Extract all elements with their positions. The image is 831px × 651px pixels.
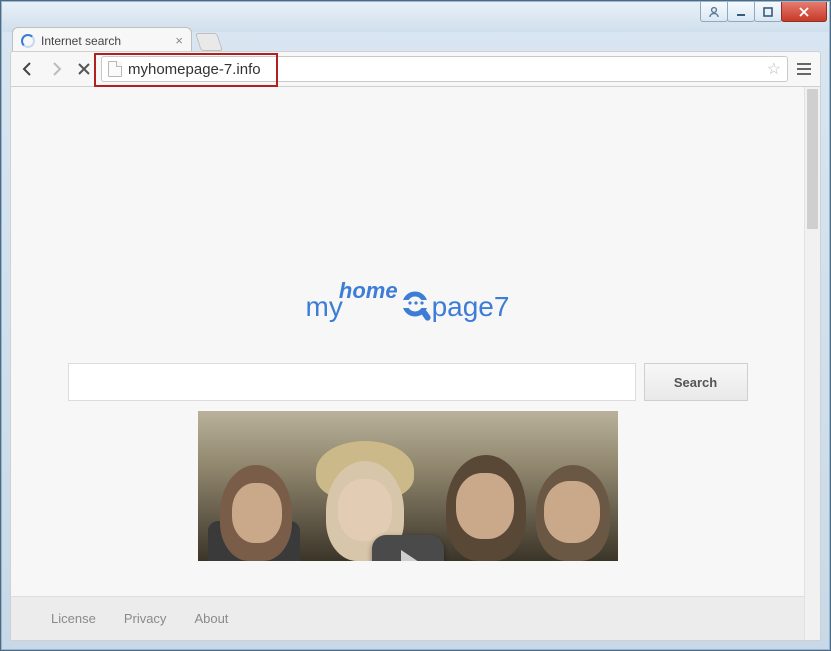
browser-window: Internet search × myhomepage-7.info ☆	[1, 1, 830, 650]
tab-strip: Internet search ×	[12, 25, 819, 53]
logo-magnifier-icon	[400, 290, 434, 324]
footer-link-about[interactable]: About	[194, 611, 228, 626]
video-ad[interactable]	[198, 411, 618, 561]
close-button[interactable]	[781, 2, 827, 22]
new-tab-button[interactable]	[195, 33, 223, 51]
page-footer: License Privacy About	[11, 596, 804, 640]
page-content: myhome page7	[11, 87, 804, 640]
url-text: myhomepage-7.info	[128, 61, 261, 78]
search-button[interactable]: Search	[644, 363, 748, 401]
logo-part-home: home	[339, 278, 398, 303]
forward-button[interactable]	[45, 58, 67, 80]
menu-button[interactable]	[794, 58, 814, 80]
search-input[interactable]	[69, 364, 635, 400]
address-bar[interactable]: myhomepage-7.info ☆	[101, 56, 788, 82]
tab-active[interactable]: Internet search ×	[12, 27, 192, 53]
minimize-button[interactable]	[727, 2, 755, 22]
browser-toolbar: myhomepage-7.info ☆	[10, 51, 821, 87]
footer-link-license[interactable]: License	[51, 611, 96, 626]
tab-title: Internet search	[41, 34, 121, 48]
bookmark-star-icon[interactable]: ☆	[767, 59, 781, 79]
search-input-wrap	[68, 363, 636, 401]
stop-reload-button[interactable]	[73, 58, 95, 80]
maximize-button[interactable]	[754, 2, 782, 22]
scrollbar-thumb[interactable]	[807, 89, 818, 229]
tab-close-icon[interactable]: ×	[175, 33, 183, 48]
page-icon	[108, 61, 122, 77]
vertical-scrollbar[interactable]	[804, 87, 820, 640]
user-button[interactable]	[700, 2, 728, 22]
search-row: Search	[68, 363, 748, 401]
loading-spinner-icon	[21, 34, 35, 48]
page-viewport: myhome page7	[10, 87, 821, 641]
footer-link-privacy[interactable]: Privacy	[124, 611, 167, 626]
play-icon[interactable]	[372, 535, 444, 561]
logo-part-page7: page7	[432, 291, 510, 322]
site-logo: myhome page7	[11, 282, 804, 323]
back-button[interactable]	[17, 58, 39, 80]
window-controls	[701, 2, 827, 22]
logo-part-my: my	[306, 291, 343, 322]
